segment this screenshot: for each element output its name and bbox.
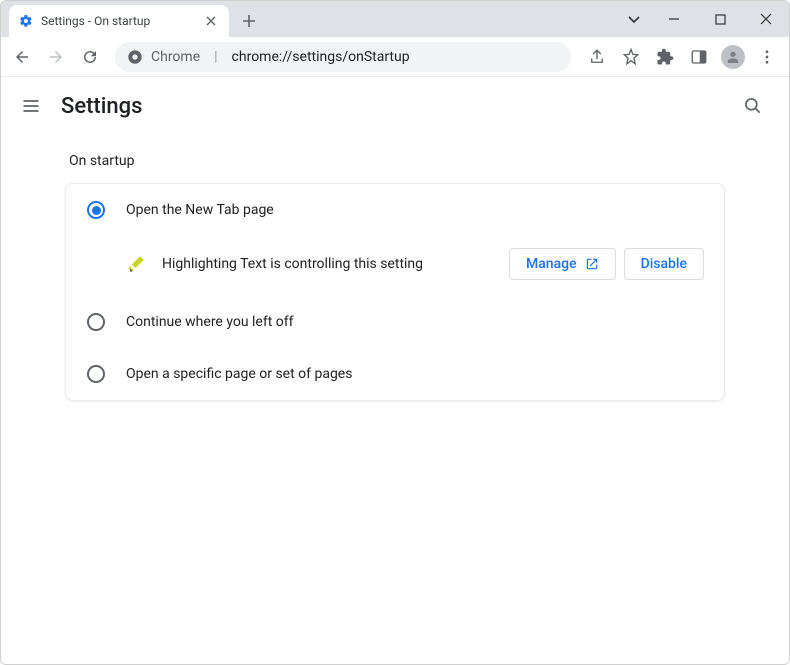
radio-unselected-icon [87,365,105,383]
settings-header: Settings [1,77,789,135]
minimize-button[interactable] [651,1,697,37]
tab-title: Settings - On startup [41,14,195,28]
radio-specific-pages[interactable]: Open a specific page or set of pages [66,348,724,400]
close-tab-icon[interactable] [203,13,219,29]
titlebar: Settings - On startup [1,1,789,37]
radio-open-new-tab[interactable]: Open the New Tab page [66,184,724,236]
profile-avatar[interactable] [717,41,749,73]
external-link-icon [585,257,599,271]
manage-button[interactable]: Manage [509,248,616,280]
close-window-button[interactable] [743,1,789,37]
page-content: Settings On startup Open the New Tab pag… [1,77,789,664]
window-controls [617,1,789,37]
gear-icon [19,14,33,28]
bookmark-icon[interactable] [615,41,647,73]
browser-tab[interactable]: Settings - On startup [9,5,229,37]
forward-button[interactable] [41,42,71,72]
omnibox-divider: | [214,49,217,65]
back-button[interactable] [7,42,37,72]
menu-icon[interactable] [751,41,783,73]
chrome-icon [127,49,143,65]
radio-unselected-icon [87,313,105,331]
reload-button[interactable] [75,42,105,72]
maximize-button[interactable] [697,1,743,37]
radio-label: Open a specific page or set of pages [126,366,352,382]
disable-label: Disable [641,256,687,272]
page-title: Settings [61,94,142,119]
highlighter-icon [126,254,146,274]
section-title: On startup [65,153,725,169]
side-panel-icon[interactable] [683,41,715,73]
radio-selected-icon [87,201,105,219]
browser-window: Settings - On startup [0,0,790,665]
radio-label: Open the New Tab page [126,202,274,218]
search-settings-icon[interactable] [735,88,771,124]
extension-controlled-notice: Highlighting Text is controlling this se… [66,236,724,296]
omnibox-scheme: Chrome [151,49,200,65]
startup-card: Open the New Tab page Highlighting Text … [65,183,725,401]
browser-toolbar: Chrome | chrome://settings/onStartup [1,37,789,77]
address-bar[interactable]: Chrome | chrome://settings/onStartup [115,42,571,72]
radio-label: Continue where you left off [126,314,294,330]
hamburger-menu-icon[interactable] [19,94,43,118]
controlled-text: Highlighting Text is controlling this se… [162,256,493,272]
extensions-icon[interactable] [649,41,681,73]
omnibox-url: chrome://settings/onStartup [232,49,410,65]
disable-button[interactable]: Disable [624,248,704,280]
tab-search-icon[interactable] [617,1,651,37]
on-startup-section: On startup Open the New Tab page Highlig… [45,153,745,401]
radio-continue[interactable]: Continue where you left off [66,296,724,348]
new-tab-button[interactable] [235,7,263,35]
share-icon[interactable] [581,41,613,73]
manage-label: Manage [526,256,577,272]
